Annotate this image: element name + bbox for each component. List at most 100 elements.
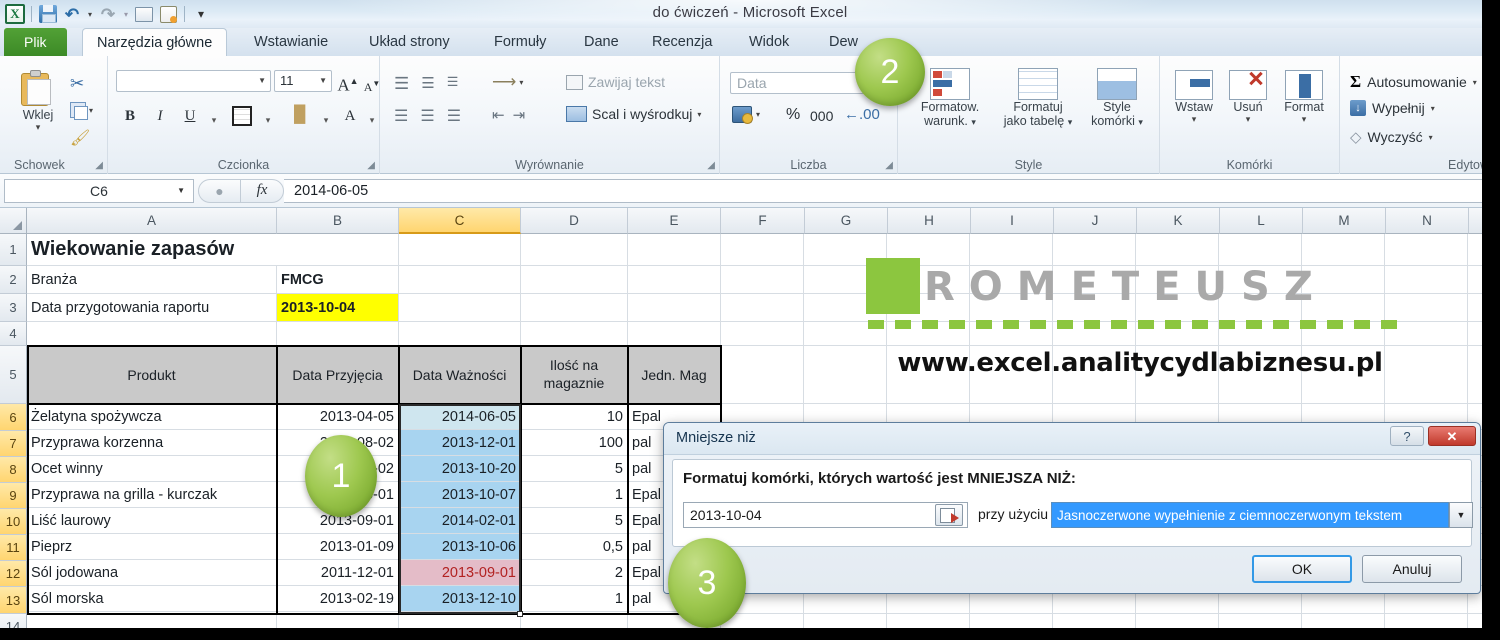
cell-A13[interactable]: Sól morska <box>27 586 277 612</box>
cell-B11[interactable]: 2013-01-09 <box>277 534 399 560</box>
borders-dropdown-icon[interactable]: ▾ <box>256 108 280 132</box>
borders-icon[interactable] <box>232 106 252 126</box>
format-dropdown-icon[interactable]: ▾ <box>1276 114 1332 125</box>
cell-c4[interactable] <box>399 322 521 346</box>
cell-a2[interactable]: Branża <box>27 266 277 294</box>
comma-style-button[interactable]: 000 <box>810 108 833 124</box>
align-top-icon[interactable]: ☰ <box>394 74 409 94</box>
clear-button[interactable]: ◇ Wyczyść ▾ <box>1350 128 1433 146</box>
cell-c1[interactable] <box>399 234 521 266</box>
percent-style-button[interactable]: % <box>786 106 800 124</box>
format-painter-button[interactable]: 🖌 <box>70 128 90 148</box>
cell-empty[interactable] <box>721 322 804 346</box>
row-header-11[interactable]: 11 <box>0 535 27 561</box>
column-header-d[interactable]: D <box>521 208 628 234</box>
cell-D9[interactable]: 1 <box>521 482 628 508</box>
cancel-button[interactable]: Anuluj <box>1362 555 1462 583</box>
paste-dropdown-icon[interactable]: ▾ <box>10 122 66 133</box>
clipboard-dialog-launcher[interactable]: ◢ <box>95 160 103 171</box>
autosum-button[interactable]: Σ Autosumowanie ▾ <box>1350 72 1477 92</box>
column-header-k[interactable]: K <box>1137 208 1220 234</box>
cell-D6[interactable]: 10 <box>521 404 628 430</box>
decrease-indent-icon[interactable]: ⇤ <box>492 106 505 124</box>
cell-d1[interactable] <box>521 234 628 266</box>
column-header-i[interactable]: I <box>971 208 1054 234</box>
cell-A7[interactable]: Przyprawa korzenna <box>27 430 277 456</box>
format-select[interactable]: Jasnoczerwone wypełnienie z ciemnoczerwo… <box>1051 502 1449 528</box>
align-bottom-icon[interactable]: ☰ <box>447 74 459 94</box>
row-header-12[interactable]: 12 <box>0 561 27 587</box>
tab-recenzja[interactable]: Recenzja <box>638 28 726 56</box>
cell-b1[interactable] <box>277 234 399 266</box>
mniejsze-niz-dialog[interactable]: Mniejsze niż ? ✕ Formatuj komórki, który… <box>663 422 1481 594</box>
column-header-m[interactable]: M <box>1303 208 1386 234</box>
formula-input[interactable]: 2014-06-05 <box>284 178 1496 203</box>
merge-center-button[interactable]: Scal i wyśrodkuj ▾ <box>566 106 701 122</box>
row-header-3[interactable]: 3 <box>0 294 27 322</box>
cell-D11[interactable]: 0,5 <box>521 534 628 560</box>
align-middle-icon[interactable]: ☰ <box>421 74 434 94</box>
tab-uklad-strony[interactable]: Układ strony <box>355 28 464 56</box>
redo-dropdown-icon[interactable]: ▾ <box>121 3 131 25</box>
row-header-2[interactable]: 2 <box>0 266 27 294</box>
row-header-13[interactable]: 13 <box>0 587 27 614</box>
font-name-combo[interactable]: ▼ <box>116 70 271 92</box>
column-header-c[interactable]: C <box>399 208 521 234</box>
cell-D10[interactable]: 5 <box>521 508 628 534</box>
cell-C11[interactable]: 2013-10-06 <box>399 534 521 560</box>
insert-dropdown-icon[interactable]: ▾ <box>1168 114 1220 125</box>
cell-e1[interactable] <box>628 234 721 266</box>
tab-wstawianie[interactable]: Wstawianie <box>240 28 342 56</box>
fill-color-icon[interactable]: █ <box>294 106 305 124</box>
paste-button[interactable]: Wklej ▾ <box>10 70 66 133</box>
cell-d3[interactable] <box>521 294 628 322</box>
cell-a3[interactable]: Data przygotowania raportu <box>27 294 277 322</box>
save-icon[interactable] <box>37 3 59 25</box>
cell-empty[interactable] <box>721 234 804 266</box>
cell-e3[interactable] <box>628 294 721 322</box>
align-right-icon[interactable]: ☰ <box>447 106 461 126</box>
cell-B12[interactable]: 2011-12-01 <box>277 560 399 586</box>
column-header-f[interactable]: F <box>721 208 805 234</box>
column-header-n[interactable]: N <box>1386 208 1469 234</box>
column-header-b[interactable]: B <box>277 208 399 234</box>
ok-button[interactable]: OK <box>1252 555 1352 583</box>
delete-cells-button[interactable]: Usuń ▾ <box>1222 70 1274 125</box>
quick-print-icon[interactable] <box>133 3 155 25</box>
cell-empty[interactable] <box>721 266 804 294</box>
cell-C10[interactable]: 2014-02-01 <box>399 508 521 534</box>
cell-D8[interactable]: 5 <box>521 456 628 482</box>
tab-dane[interactable]: Dane <box>570 28 633 56</box>
delete-dropdown-icon[interactable]: ▾ <box>1222 114 1274 125</box>
underline-button[interactable]: U <box>178 104 202 128</box>
cell-b3[interactable]: 2013-10-04 <box>277 294 399 322</box>
close-icon[interactable]: ✕ <box>1428 426 1476 446</box>
cell-C8[interactable]: 2013-10-20 <box>399 456 521 482</box>
cell-empty[interactable] <box>1385 234 1468 266</box>
excel-logo-icon[interactable]: X <box>4 3 26 25</box>
cell-a1[interactable]: Wiekowanie zapasów <box>27 234 277 266</box>
cell-b2[interactable]: FMCG <box>277 266 399 294</box>
wrap-text-button[interactable]: Zawijaj tekst <box>566 74 665 90</box>
format-cells-button[interactable]: Format ▾ <box>1276 70 1332 125</box>
font-color-button[interactable]: A <box>338 104 362 128</box>
table-header-jedn[interactable]: Jedn. Mag <box>628 346 721 404</box>
chevron-down-icon[interactable]: ▼ <box>1449 502 1473 528</box>
tab-widok[interactable]: Widok <box>735 28 803 56</box>
grow-font-button[interactable]: A▲ <box>336 69 360 95</box>
formula-bar-buttons[interactable]: ● fx <box>198 178 284 203</box>
insert-cells-button[interactable]: Wstaw ▾ <box>1168 70 1220 125</box>
orientation-button[interactable]: ⟶ ▾ <box>492 72 523 92</box>
copy-button[interactable]: ▾ <box>70 102 93 120</box>
row-header-10[interactable]: 10 <box>0 509 27 535</box>
fill-color-dropdown-icon[interactable]: ▾ <box>314 108 338 132</box>
font-size-combo[interactable]: 11 ▼ <box>274 70 332 92</box>
table-header-produkt[interactable]: Produkt <box>27 346 277 404</box>
accounting-format-button[interactable]: ▾ <box>732 106 760 124</box>
font-dialog-launcher[interactable]: ◢ <box>367 160 375 171</box>
cell-e4[interactable] <box>628 322 721 346</box>
vertical-align-group[interactable]: ☰ ☰ ☰ <box>394 74 458 94</box>
bold-button[interactable]: B <box>118 104 142 128</box>
cell-A6[interactable]: Żelatyna spożywcza <box>27 404 277 430</box>
row-header-1[interactable]: 1 <box>0 234 27 266</box>
